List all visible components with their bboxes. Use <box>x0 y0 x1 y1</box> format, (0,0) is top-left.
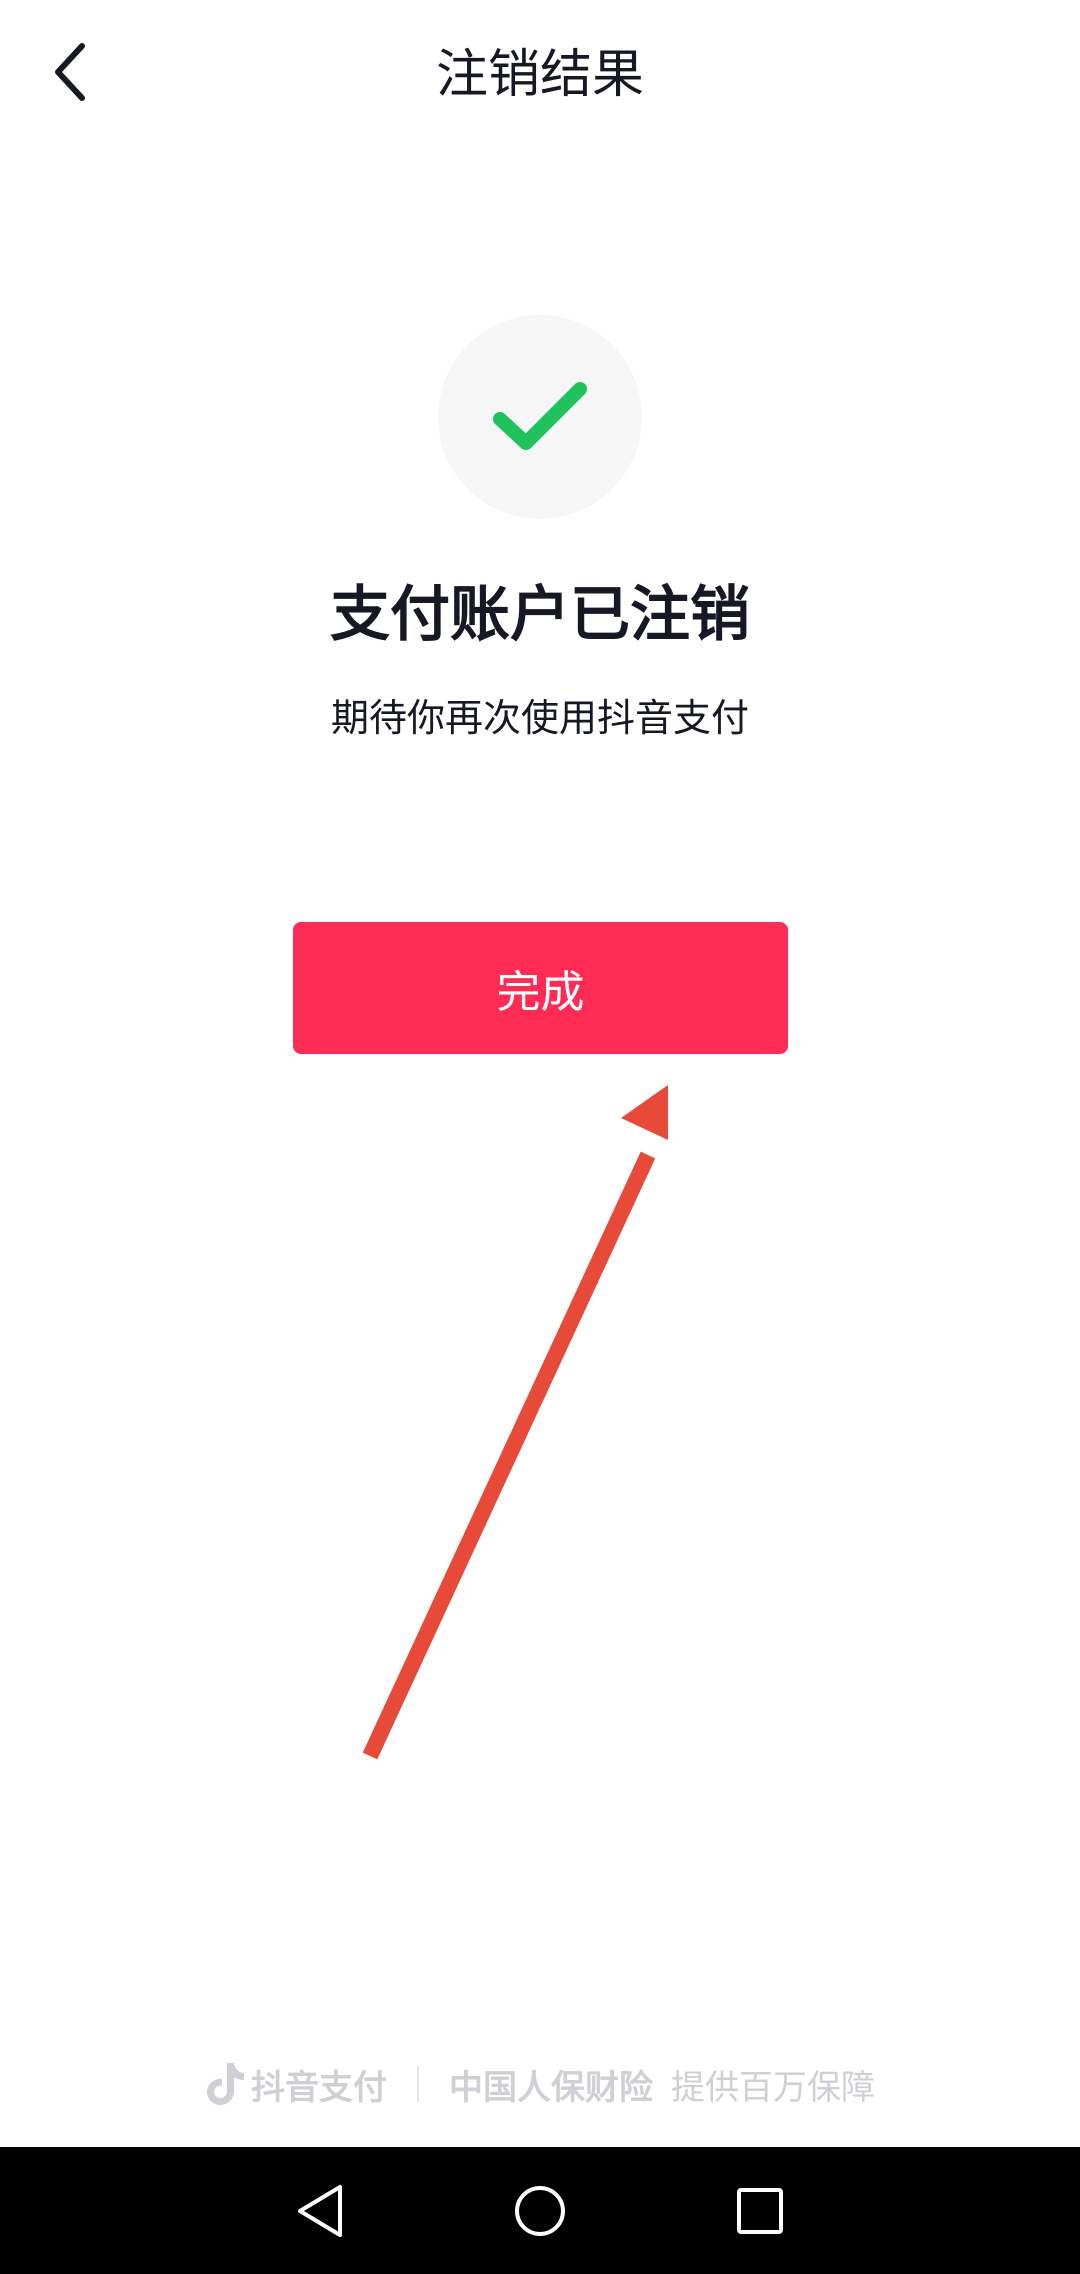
page-title: 注销结果 <box>435 45 644 105</box>
annotation-arrow-head <box>621 1085 668 1140</box>
checkmark-icon <box>493 382 587 450</box>
footer-branding: 抖音支付 中国人保财险 提供百万保障 <box>0 2054 1080 2114</box>
system-nav-bar <box>0 2147 1080 2274</box>
footer-guarantee: 提供百万保障 <box>671 2067 875 2108</box>
success-icon-circle <box>438 315 642 519</box>
tiktok-note-icon <box>207 2063 244 2105</box>
nav-back-button[interactable] <box>280 2171 360 2251</box>
circle-home-icon <box>515 2185 565 2236</box>
result-subtitle: 期待你再次使用抖音支付 <box>330 696 749 740</box>
annotation-arrow-shaft <box>362 1151 656 1760</box>
footer-insurer: 中国人保财险 <box>449 2067 653 2108</box>
header: 注销结果 <box>0 0 1080 150</box>
page: 注销结果 支付账户已注销 期待你再次使用抖音支付 完成 抖音支付 中国人保财险 … <box>0 0 1080 2274</box>
square-recents-icon <box>737 2187 783 2234</box>
triangle-back-icon <box>298 2184 342 2237</box>
footer-brand: 抖音支付 <box>205 2060 387 2109</box>
done-button[interactable]: 完成 <box>293 922 788 1054</box>
footer-divider <box>417 2066 419 2102</box>
footer-brand-label: 抖音支付 <box>251 2067 387 2108</box>
nav-home-button[interactable] <box>500 2171 580 2251</box>
nav-recents-button[interactable] <box>720 2171 800 2251</box>
result-title: 支付账户已注销 <box>330 580 750 650</box>
